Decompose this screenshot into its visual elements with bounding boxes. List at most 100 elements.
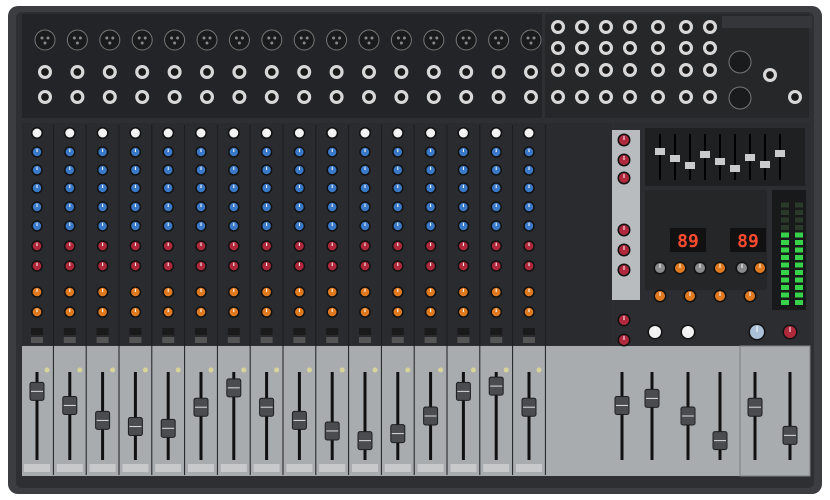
channel-7-peak-led — [241, 367, 247, 373]
main-out-xlr-left[interactable] — [728, 50, 752, 74]
channel-16-mute-button[interactable] — [523, 328, 535, 335]
channel-11-solo-button[interactable] — [359, 337, 371, 343]
aux-jack-c1-r4-hole — [554, 93, 562, 101]
channel-13-line-input-hole — [429, 68, 438, 76]
channel-14-xlr-input[interactable] — [455, 29, 477, 51]
channel-8-mute-button[interactable] — [260, 328, 273, 335]
channel-3-xlr-input[interactable] — [99, 29, 121, 51]
channel-12-xlr-pin — [402, 36, 406, 40]
channel-15-solo-button[interactable] — [490, 337, 503, 343]
aux-jack-c7-r3-hole — [706, 66, 714, 74]
channel-12-xlr-input[interactable] — [390, 29, 412, 51]
channel-6-mute-button[interactable] — [195, 328, 207, 335]
channel-14-solo-button[interactable] — [457, 337, 470, 343]
channel-2-mute-button[interactable] — [63, 328, 76, 335]
geq-slider-1[interactable] — [655, 148, 665, 155]
meter-right-segment — [795, 232, 803, 238]
channel-12-insert-jack-hole — [397, 93, 406, 101]
channel-1-xlr-input[interactable] — [34, 29, 56, 51]
channel-2-xlr-input[interactable] — [66, 29, 88, 51]
geq-slider-4[interactable] — [700, 151, 710, 158]
channel-13-xlr-input[interactable] — [423, 29, 445, 51]
channel-15-xlr-pin — [497, 41, 501, 45]
channel-4-solo-button[interactable] — [129, 337, 142, 343]
main-out-xlr-right[interactable] — [728, 86, 752, 110]
meter-right-segment — [795, 225, 803, 230]
channel-11-peak-led — [372, 367, 378, 373]
channel-8-xlr-input[interactable] — [261, 29, 283, 51]
channel-1-line-input-hole — [41, 68, 49, 76]
channel-9-mute-button[interactable] — [293, 328, 306, 335]
channel-9-xlr-input[interactable] — [293, 29, 315, 51]
channel-9-solo-button[interactable] — [293, 337, 306, 343]
channel-6-solo-button[interactable] — [195, 337, 207, 343]
aux-jack-c2-r2-hole — [578, 44, 586, 52]
channel-11-xlr-input[interactable] — [358, 29, 380, 51]
channel-2-solo-button[interactable] — [63, 337, 76, 343]
aux-jack-c5-r4-hole — [654, 93, 662, 101]
geq-slider-3[interactable] — [685, 162, 695, 169]
channel-1-mute-button[interactable] — [31, 328, 43, 335]
channel-12-mute-button[interactable] — [391, 328, 404, 335]
channel-4-xlr-pin — [143, 36, 147, 40]
geq-slot-8 — [764, 134, 766, 180]
aux-jack-c1-r3-hole — [554, 66, 562, 74]
geq-slider-6[interactable] — [730, 165, 740, 172]
channel-3-insert-jack-hole — [105, 93, 114, 101]
meter-left-segment — [781, 292, 789, 298]
channel-13-solo-button[interactable] — [424, 337, 437, 343]
geq-slot-6 — [734, 134, 736, 180]
channel-3-mute-button[interactable] — [96, 328, 109, 335]
aux-jack-c6-r3-hole — [682, 66, 690, 74]
channel-6-xlr-input[interactable] — [196, 29, 218, 51]
channel-1-solo-button[interactable] — [31, 337, 43, 343]
channel-8-line-input-hole — [267, 68, 276, 76]
channel-7-solo-button[interactable] — [227, 337, 240, 343]
channel-5-xlr-pin — [176, 36, 180, 40]
channel-10-mute-button[interactable] — [326, 328, 339, 335]
channel-7-mute-button[interactable] — [227, 328, 240, 335]
channel-11-xlr-pin — [364, 36, 368, 40]
aux-jack-c6-r4-hole — [682, 93, 690, 101]
geq-slider-9[interactable] — [775, 150, 785, 157]
channel-15-line-input-hole — [494, 68, 503, 76]
channel-11-mute-button[interactable] — [359, 328, 371, 335]
channel-10-xlr-input[interactable] — [326, 29, 348, 51]
meter-left-segment — [781, 217, 789, 223]
channel-4-xlr-input[interactable] — [131, 29, 153, 51]
channel-3-solo-button[interactable] — [96, 337, 109, 343]
channel-10-label-strip — [319, 464, 346, 472]
stereo-channel-2-fader-slot — [650, 372, 654, 460]
channel-16-solo-button[interactable] — [523, 337, 535, 343]
channel-7-xlr-input[interactable] — [228, 29, 250, 51]
channel-15-xlr-input[interactable] — [488, 29, 510, 51]
channel-14-xlr-pin — [461, 36, 465, 40]
channel-5-xlr-input[interactable] — [164, 29, 186, 51]
aux-jack-c3-r2-hole — [602, 44, 610, 52]
channel-15-insert-jack-hole — [494, 93, 503, 101]
meter-left-segment — [781, 277, 789, 283]
channel-6-xlr-pin — [205, 41, 209, 45]
geq-slider-7[interactable] — [745, 154, 755, 161]
channel-12-fader-slot — [396, 372, 400, 460]
channel-8-solo-button[interactable] — [260, 337, 273, 343]
geq-slider-5[interactable] — [715, 158, 725, 165]
channel-5-solo-button[interactable] — [162, 337, 175, 343]
channel-2-xlr-pin — [75, 41, 79, 45]
meter-left-segment — [781, 270, 789, 275]
channel-5-mute-button[interactable] — [162, 328, 175, 335]
meter-right-segment — [795, 277, 803, 283]
channel-4-mute-button[interactable] — [129, 328, 142, 335]
channel-13-mute-button[interactable] — [424, 328, 437, 335]
meter-left-segment — [781, 232, 789, 238]
channel-3-peak-led — [110, 367, 116, 373]
aux-jack-c5-r1-hole — [654, 23, 662, 31]
channel-15-mute-button[interactable] — [490, 328, 503, 335]
geq-slider-2[interactable] — [670, 155, 680, 162]
channel-6-label-strip — [188, 464, 214, 472]
channel-14-mute-button[interactable] — [457, 328, 470, 335]
channel-12-solo-button[interactable] — [391, 337, 404, 343]
channel-16-xlr-input[interactable] — [520, 29, 542, 51]
channel-10-solo-button[interactable] — [326, 337, 339, 343]
geq-slider-8[interactable] — [760, 161, 770, 168]
